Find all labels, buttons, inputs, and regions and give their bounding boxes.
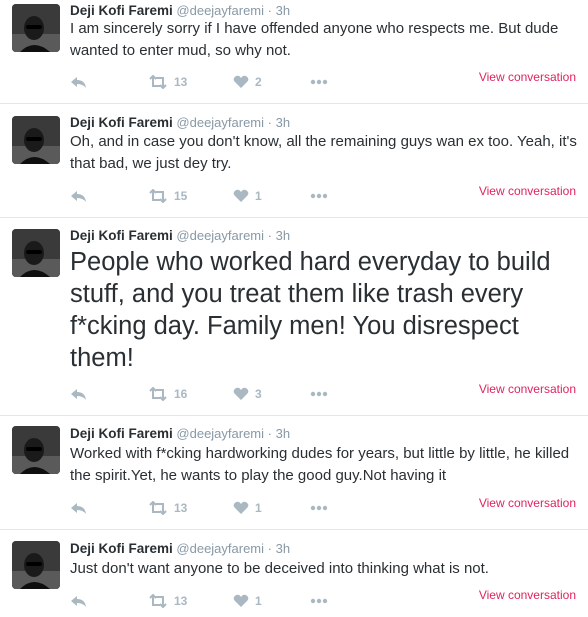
- avatar[interactable]: [12, 541, 60, 589]
- tweet-text: People who worked hard everyday to build…: [70, 248, 551, 372]
- tweet-text: I am sincerely sorry if I have offended …: [70, 20, 559, 59]
- retweet-icon: [148, 501, 168, 515]
- more-icon: [310, 193, 328, 199]
- retweet-icon: [148, 387, 168, 401]
- reply-button[interactable]: [70, 498, 87, 518]
- more-button[interactable]: [310, 384, 328, 404]
- tweet-text: Oh, and in case you don't know, all the …: [70, 133, 577, 172]
- like-count: 1: [255, 189, 262, 203]
- tweet-text: Just don't want anyone to be deceived in…: [70, 560, 489, 577]
- like-count: 1: [255, 501, 262, 515]
- timestamp[interactable]: 3h: [276, 426, 290, 441]
- reply-button[interactable]: [70, 186, 87, 206]
- retweet-icon: [148, 594, 168, 608]
- heart-icon: [233, 501, 249, 515]
- like-count: 3: [255, 387, 262, 401]
- more-icon: [310, 598, 328, 604]
- retweet-icon: [148, 75, 168, 89]
- avatar[interactable]: [12, 426, 60, 474]
- retweet-button[interactable]: 13: [148, 591, 187, 611]
- like-button[interactable]: 2: [233, 72, 262, 92]
- more-icon: [310, 505, 328, 511]
- timestamp[interactable]: 3h: [276, 541, 290, 556]
- reply-icon: [70, 387, 87, 401]
- timestamp[interactable]: 3h: [276, 115, 290, 130]
- tweet-text: Worked with f*cking hardworking dudes fo…: [70, 445, 570, 484]
- view-conversation-link[interactable]: View conversation: [479, 496, 576, 510]
- tweet-header: Deji Kofi Faremi @deejayfaremi · 3h: [70, 425, 290, 443]
- retweet-icon: [148, 189, 168, 203]
- fullname[interactable]: Deji Kofi Faremi: [70, 541, 173, 556]
- view-conversation-link[interactable]: View conversation: [479, 382, 576, 396]
- retweet-count: 13: [174, 594, 188, 608]
- fullname[interactable]: Deji Kofi Faremi: [70, 228, 173, 243]
- retweet-button[interactable]: 13: [148, 72, 187, 92]
- separator-dot: ·: [267, 541, 272, 556]
- retweet-count: 13: [174, 501, 188, 515]
- heart-icon: [233, 75, 249, 89]
- view-conversation-link[interactable]: View conversation: [479, 184, 576, 198]
- username[interactable]: @deejayfaremi: [176, 426, 264, 441]
- reply-icon: [70, 594, 87, 608]
- tweet-header: Deji Kofi Faremi @deejayfaremi · 3h: [70, 114, 290, 132]
- view-conversation-link[interactable]: View conversation: [479, 70, 576, 84]
- like-button[interactable]: 1: [233, 498, 262, 518]
- more-icon: [310, 79, 328, 85]
- separator-dot: ·: [267, 3, 272, 18]
- more-button[interactable]: [310, 498, 328, 518]
- reply-button[interactable]: [70, 384, 87, 404]
- reply-icon: [70, 501, 87, 515]
- reply-button[interactable]: [70, 72, 87, 92]
- tweet[interactable]: Deji Kofi Faremi @deejayfaremi · 3h Work…: [0, 416, 588, 530]
- tweet-header: Deji Kofi Faremi @deejayfaremi · 3h: [70, 227, 290, 245]
- fullname[interactable]: Deji Kofi Faremi: [70, 115, 173, 130]
- tweet-header: Deji Kofi Faremi @deejayfaremi · 3h: [70, 540, 290, 558]
- timestamp[interactable]: 3h: [276, 3, 290, 18]
- heart-icon: [233, 387, 249, 401]
- username[interactable]: @deejayfaremi: [176, 541, 264, 556]
- retweet-count: 15: [174, 189, 188, 203]
- heart-icon: [233, 594, 249, 608]
- more-button[interactable]: [310, 591, 328, 611]
- reply-icon: [70, 189, 87, 203]
- username[interactable]: @deejayfaremi: [176, 228, 264, 243]
- more-button[interactable]: [310, 186, 328, 206]
- tweet[interactable]: Deji Kofi Faremi @deejayfaremi · 3h Just…: [0, 530, 588, 617]
- heart-icon: [233, 189, 249, 203]
- timestamp[interactable]: 3h: [276, 228, 290, 243]
- separator-dot: ·: [267, 228, 272, 243]
- like-button[interactable]: 1: [233, 591, 262, 611]
- retweet-count: 16: [174, 387, 188, 401]
- retweet-button[interactable]: 13: [148, 498, 187, 518]
- avatar[interactable]: [12, 4, 60, 52]
- reply-icon: [70, 75, 87, 89]
- fullname[interactable]: Deji Kofi Faremi: [70, 426, 173, 441]
- more-button[interactable]: [310, 72, 328, 92]
- separator-dot: ·: [267, 426, 272, 441]
- view-conversation-link[interactable]: View conversation: [479, 588, 576, 602]
- like-button[interactable]: 3: [233, 384, 262, 404]
- like-button[interactable]: 1: [233, 186, 262, 206]
- fullname[interactable]: Deji Kofi Faremi: [70, 3, 173, 18]
- tweet[interactable]: Deji Kofi Faremi @deejayfaremi · 3h I am…: [0, 0, 588, 104]
- retweet-count: 13: [174, 75, 188, 89]
- more-icon: [310, 391, 328, 397]
- retweet-button[interactable]: 16: [148, 384, 187, 404]
- separator-dot: ·: [267, 115, 272, 130]
- username[interactable]: @deejayfaremi: [176, 115, 264, 130]
- retweet-button[interactable]: 15: [148, 186, 187, 206]
- avatar[interactable]: [12, 229, 60, 277]
- username[interactable]: @deejayfaremi: [176, 3, 264, 18]
- like-count: 1: [255, 594, 262, 608]
- like-count: 2: [255, 75, 262, 89]
- reply-button[interactable]: [70, 591, 87, 611]
- avatar[interactable]: [12, 116, 60, 164]
- tweet[interactable]: Deji Kofi Faremi @deejayfaremi · 3h Oh, …: [0, 104, 588, 218]
- tweet[interactable]: Deji Kofi Faremi @deejayfaremi · 3h Peop…: [0, 218, 588, 416]
